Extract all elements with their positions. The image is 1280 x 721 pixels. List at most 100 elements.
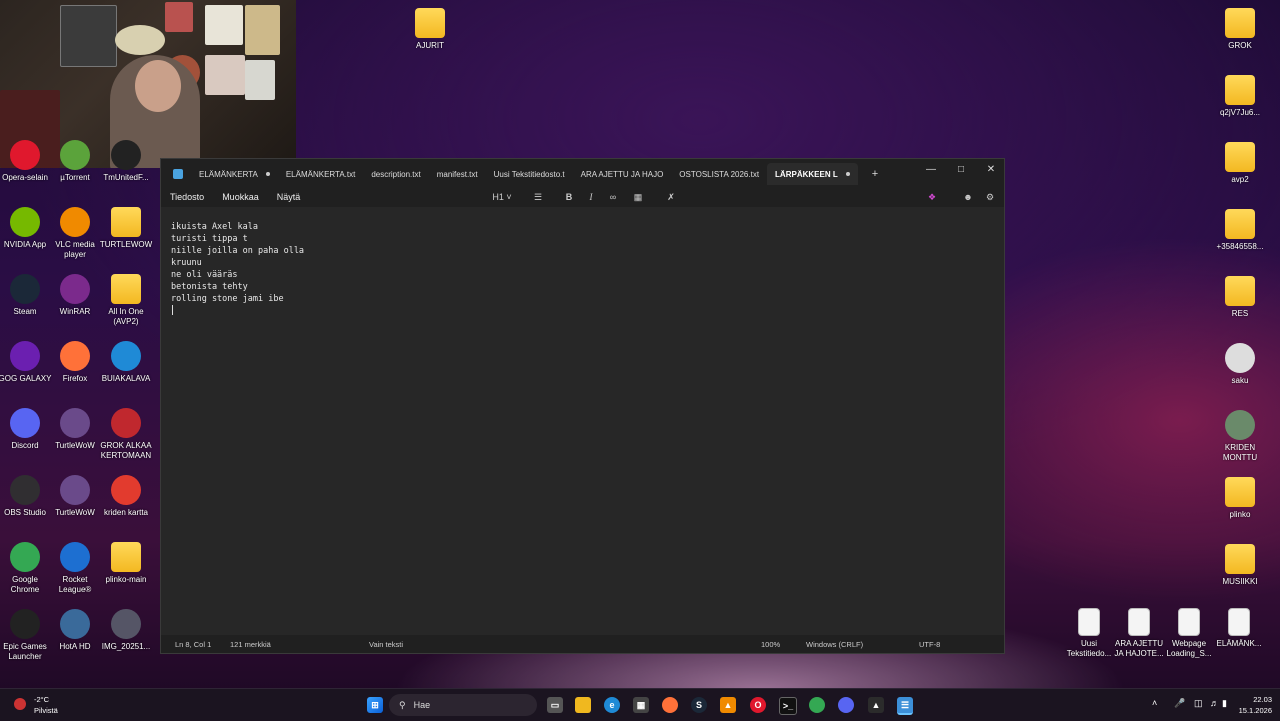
app-button[interactable]: ▲: [868, 697, 884, 713]
tab-3[interactable]: manifest.txt: [429, 163, 486, 185]
desktop-icon[interactable]: Uusi Tekstitiedo...: [1061, 608, 1117, 659]
tab-5[interactable]: ARA AJETTU JA HAJO: [573, 163, 672, 185]
desktop-icon[interactable]: q2jV7Ju6...: [1212, 75, 1268, 118]
new-tab-button[interactable]: +: [872, 168, 878, 180]
copilot-button[interactable]: ❖: [921, 189, 943, 205]
desktop-icon[interactable]: NVIDIA App: [0, 207, 53, 250]
link-button[interactable]: ∞: [605, 189, 621, 205]
terminal-button[interactable]: >_: [779, 697, 797, 715]
notepad-button[interactable]: ☰: [897, 697, 913, 715]
desktop-icon[interactable]: VLC media player: [47, 207, 103, 260]
battery-icon[interactable]: ▮: [1222, 698, 1227, 709]
desktop-icon[interactable]: plinko: [1212, 477, 1268, 520]
opera-button[interactable]: O: [750, 697, 766, 713]
chrome-button[interactable]: [809, 697, 825, 713]
terminal-icon: >_: [782, 701, 794, 711]
desktop-icon[interactable]: ELÄMÄNK...: [1211, 608, 1267, 649]
line-ending[interactable]: Windows (CRLF): [806, 640, 863, 649]
desktop-icon[interactable]: Rocket League®: [47, 542, 103, 595]
weather-temp[interactable]: -2°C: [34, 695, 49, 704]
firefox-button[interactable]: [662, 697, 678, 713]
tab-0[interactable]: ELÄMÄNKERTA: [191, 163, 278, 185]
tab-2[interactable]: description.txt: [363, 163, 428, 185]
encoding[interactable]: UTF-8: [919, 640, 940, 649]
desktop-icon[interactable]: IMG_20251...: [98, 609, 154, 652]
desktop-icon[interactable]: Firefox: [47, 341, 103, 384]
heading-dropdown[interactable]: H1 ˅: [489, 189, 515, 205]
italic-button[interactable]: I: [583, 189, 599, 205]
maximize-button[interactable]: □: [946, 159, 976, 179]
desktop-icon[interactable]: TurtleWoW: [47, 408, 103, 451]
menu-view[interactable]: Näytä: [268, 192, 310, 202]
desktop-icon[interactable]: WinRAR: [47, 274, 103, 317]
clear-format-button[interactable]: ✗: [663, 189, 679, 205]
desktop-icon[interactable]: Opera-selain: [0, 140, 53, 183]
tab-4[interactable]: Uusi Tekstitiedosto.t: [486, 163, 573, 185]
desktop-icon[interactable]: MUSIIKKI: [1212, 544, 1268, 587]
folder-icon: [1225, 209, 1255, 239]
desktop-icon[interactable]: +35846558...: [1212, 209, 1268, 252]
desktop-icon-label: µTorrent: [60, 173, 90, 182]
network-icon[interactable]: ◫: [1194, 698, 1203, 709]
desktop-icon[interactable]: plinko-main: [98, 542, 154, 585]
desktop-icon[interactable]: GROK ALKAA KERTOMAAN: [98, 408, 154, 461]
desktop-icon[interactable]: OBS Studio: [0, 475, 53, 518]
volume-icon[interactable]: ♬: [1210, 698, 1219, 708]
desktop-icon[interactable]: ARA AJETTU JA HAJOTE...: [1111, 608, 1167, 659]
chevron-up-icon[interactable]: ˄: [1152, 698, 1157, 708]
search-box[interactable]: ⚲ Hae: [389, 694, 537, 716]
close-button[interactable]: ✕: [976, 159, 1006, 179]
tab-7[interactable]: LÄRPÄKKEEN L: [767, 163, 858, 185]
vlc-button[interactable]: ▲: [720, 697, 736, 713]
desktop-icon[interactable]: All In One (AVP2): [98, 274, 154, 327]
format-indicator[interactable]: Vain teksti: [369, 640, 403, 649]
desktop-icon[interactable]: Webpage Loading_S...: [1161, 608, 1217, 659]
desktop-icon[interactable]: kriden kartta: [98, 475, 154, 518]
file-explorer-button[interactable]: [575, 697, 591, 713]
clock-time[interactable]: 22.03: [1238, 695, 1272, 704]
steam-icon: [10, 274, 40, 304]
heading-label: H1: [492, 192, 504, 202]
settings-button[interactable]: ⚙: [983, 189, 997, 205]
desktop-icon[interactable]: µTorrent: [47, 140, 103, 183]
desktop-icon[interactable]: GROK: [1212, 8, 1268, 51]
list-button[interactable]: ☰: [527, 189, 549, 205]
desktop-icon[interactable]: avp2: [1212, 142, 1268, 185]
desktop-icon[interactable]: GOG GALAXY: [0, 341, 53, 384]
desktop-icon[interactable]: Epic Games Launcher: [0, 609, 53, 662]
menu-file[interactable]: Tiedosto: [161, 192, 213, 202]
task-view-button[interactable]: ▭: [547, 697, 563, 713]
tab-6[interactable]: OSTOSLISTA 2026.txt: [671, 163, 767, 185]
pdf-icon: [111, 475, 141, 505]
bold-button[interactable]: B: [561, 189, 577, 205]
start-button[interactable]: ⊞: [367, 697, 383, 713]
table-icon: ▦: [633, 191, 643, 202]
desktop-icon[interactable]: TmUnitedF...: [98, 140, 154, 183]
desktop-icon[interactable]: TURTLEWOW: [98, 207, 154, 250]
desktop-icon[interactable]: saku: [1212, 343, 1268, 386]
minimize-button[interactable]: —: [916, 159, 946, 179]
tab-1[interactable]: ELÄMÄNKERTA.txt: [278, 163, 364, 185]
microphone-icon[interactable]: 🎤: [1174, 698, 1185, 709]
edge-button[interactable]: e: [604, 697, 620, 713]
desktop-icon[interactable]: RES: [1212, 276, 1268, 319]
desktop-icon-ajurit[interactable]: AJURIT: [402, 8, 458, 51]
weather-desc[interactable]: Pilvistä: [34, 706, 58, 715]
store-button[interactable]: ▦: [633, 697, 649, 713]
menu-edit[interactable]: Muokkaa: [213, 192, 268, 202]
steam-button[interactable]: S: [691, 697, 707, 713]
desktop-icon[interactable]: Google Chrome: [0, 542, 53, 595]
text-editor[interactable]: ikuista Axel kala turisti tippa t niille j…: [161, 207, 1004, 635]
desktop-icon[interactable]: BUIAKALAVA: [98, 341, 154, 384]
desktop-icon[interactable]: HotA HD: [47, 609, 103, 652]
zoom-level[interactable]: 100%: [761, 640, 780, 649]
discord-button[interactable]: [838, 697, 854, 713]
desktop-icon[interactable]: Steam: [0, 274, 53, 317]
clock-date[interactable]: 15.1.2026: [1228, 706, 1272, 715]
desktop-icon[interactable]: Discord: [0, 408, 53, 451]
desktop-icon[interactable]: KRIDEN MONTTU: [1212, 410, 1268, 463]
account-button[interactable]: ☻: [961, 189, 975, 205]
table-button[interactable]: ▦: [627, 189, 649, 205]
desktop-icon-label: TurtleWoW: [55, 508, 95, 517]
desktop-icon[interactable]: TurtleWoW: [47, 475, 103, 518]
